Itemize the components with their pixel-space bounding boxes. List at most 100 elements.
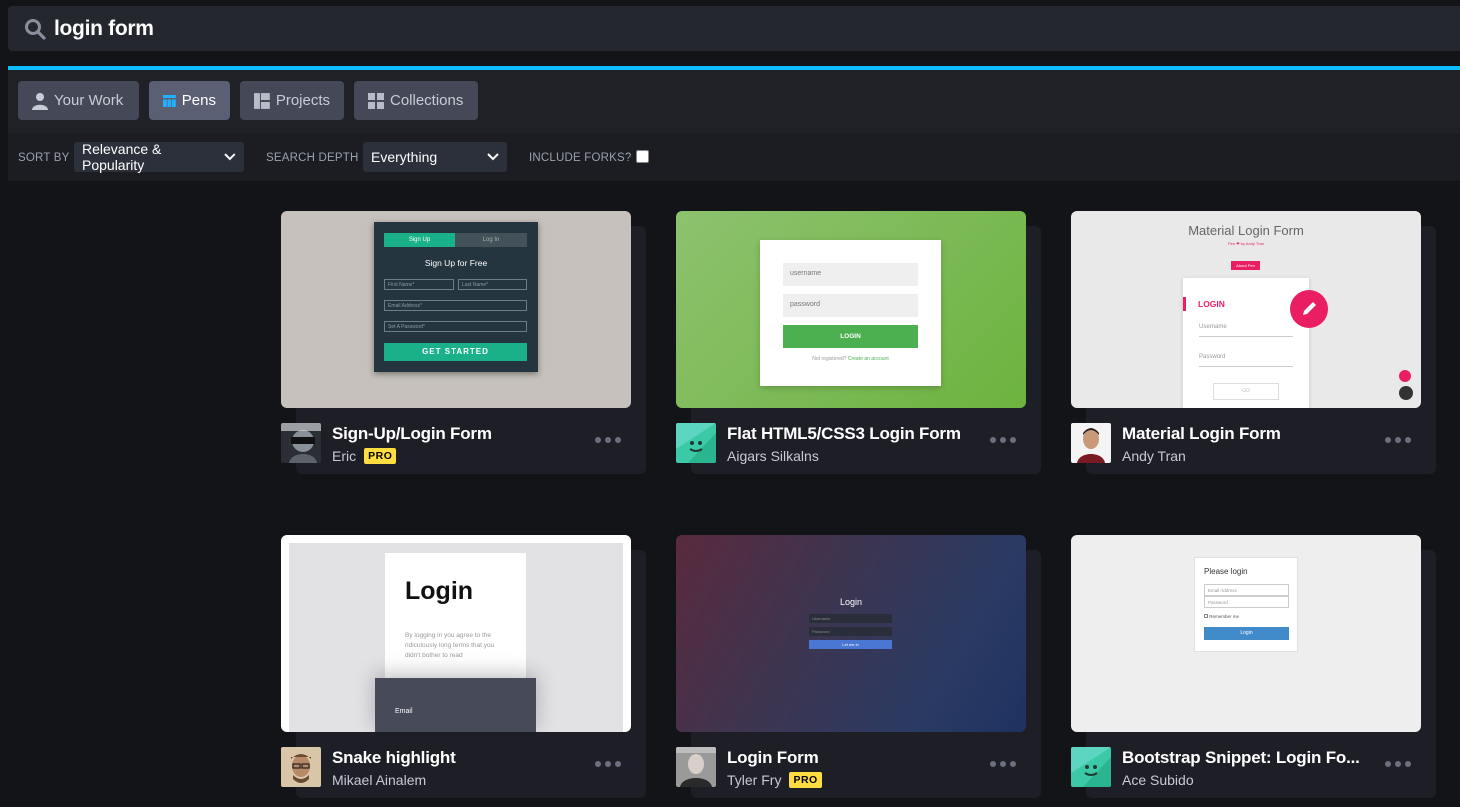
preview-text: By logging in you agree to the ridiculou… (405, 632, 495, 659)
pen-meta: Sign-Up/Login Form Eric PRO (281, 421, 631, 471)
filter-row: SORT BY Relevance & Popularity SEARCH DE… (8, 133, 1460, 181)
pen-title[interactable]: Bootstrap Snippet: Login Fo... (1122, 748, 1360, 768)
pen-author: Mikael Ainalem (332, 772, 426, 788)
preview-text: Log In (455, 233, 527, 247)
preview-text: Last Name* (458, 279, 527, 290)
sort-by-label: SORT BY (18, 152, 70, 164)
pen-title[interactable]: Flat HTML5/CSS3 Login Form (727, 424, 961, 444)
pen-title[interactable]: Login Form (727, 748, 818, 768)
pen-preview[interactable]: Material Login Form Pen ❤ by Andy Tran A… (1071, 211, 1421, 408)
pen-title[interactable]: Material Login Form (1122, 424, 1281, 444)
type-tabs: Your Work Pens Projects Collections (18, 81, 478, 120)
search-bar (8, 6, 1460, 51)
more-options-icon[interactable] (990, 759, 1018, 769)
preview-text: About Pen (1231, 261, 1260, 270)
author-name[interactable]: Andy Tran (1122, 448, 1186, 464)
edit-fab-icon (1290, 290, 1328, 328)
pen-title[interactable]: Snake highlight (332, 748, 456, 768)
pen-meta: Flat HTML5/CSS3 Login Form Aigars Silkal… (676, 421, 1026, 471)
include-forks-label: INCLUDE FORKS? (529, 152, 632, 164)
projects-icon (254, 92, 270, 109)
preview-text: GO (1213, 383, 1279, 400)
search-depth-select[interactable]: Everything (363, 142, 507, 172)
preview-text: Let me in (809, 640, 892, 649)
pen-author: Ace Subido (1122, 772, 1194, 788)
pen-meta: Login Form Tyler Fry PRO (676, 745, 1026, 795)
preview-text: Material Login Form (1188, 223, 1304, 238)
pen-title[interactable]: Sign-Up/Login Form (332, 424, 492, 444)
pen-preview[interactable]: Login By logging in you agree to the rid… (281, 535, 631, 732)
search-input[interactable] (54, 12, 1434, 45)
avatar[interactable] (676, 747, 716, 787)
pen-preview[interactable]: Please login Email Address Password Reme… (1071, 535, 1421, 732)
search-depth-value: Everything (371, 149, 438, 165)
preview-text: Email (395, 708, 413, 715)
avatar[interactable] (281, 747, 321, 787)
pro-badge: PRO (364, 448, 397, 464)
preview-text: Sign Up (384, 233, 455, 247)
tab-pens[interactable]: Pens (149, 81, 230, 120)
preview-text: password (783, 294, 918, 317)
more-options-icon[interactable] (595, 759, 623, 769)
tab-your-work[interactable]: Your Work (18, 81, 139, 120)
avatar[interactable] (1071, 423, 1111, 463)
tab-label: Projects (275, 92, 330, 109)
tab-collections[interactable]: Collections (354, 81, 478, 120)
preview-text: Password (1199, 354, 1293, 367)
preview-text: Email Address* (384, 300, 527, 311)
preview-text: Pen ❤ by Andy Tran (1227, 241, 1265, 246)
sort-by-select[interactable]: Relevance & Popularity (74, 141, 244, 173)
sort-by-value: Relevance & Popularity (82, 141, 162, 173)
include-forks-checkbox[interactable] (636, 150, 649, 163)
search-filters-panel: Your Work Pens Projects Collections SORT… (8, 70, 1460, 181)
author-name[interactable]: Mikael Ainalem (332, 772, 426, 788)
pen-card: Material Login Form Pen ❤ by Andy Tran A… (1071, 211, 1421, 471)
pen-meta: Snake highlight Mikael Ainalem (281, 745, 631, 795)
preview-text: Login (405, 577, 474, 605)
search-icon (25, 19, 46, 40)
author-name[interactable]: Tyler Fry (727, 772, 781, 788)
preview-text: Email Address (1204, 584, 1289, 596)
preview-text: Create an account (847, 356, 889, 362)
preview-text: Sign Up for Free (424, 258, 488, 268)
more-options-icon[interactable] (1385, 435, 1413, 445)
avatar[interactable] (676, 423, 716, 463)
pen-card: Please login Email Address Password Reme… (1071, 535, 1421, 795)
preview-text: Set A Password* (384, 321, 527, 332)
pen-meta: Material Login Form Andy Tran (1071, 421, 1421, 471)
avatar[interactable] (281, 423, 321, 463)
pen-author: Eric PRO (332, 448, 397, 464)
preview-text: LOGIN (783, 325, 918, 348)
preview-text: Not registered? (812, 356, 847, 362)
author-name[interactable]: Ace Subido (1122, 772, 1194, 788)
pen-preview[interactable]: username password LOGIN Not registered? … (676, 211, 1026, 408)
author-name[interactable]: Eric (332, 448, 356, 464)
pro-badge: PRO (789, 772, 822, 788)
pen-preview[interactable]: Login Username Password Let me in (676, 535, 1026, 732)
avatar[interactable] (1071, 747, 1111, 787)
pen-card: Sign Up Log In Sign Up for Free First Na… (281, 211, 631, 471)
pen-preview[interactable]: Sign Up Log In Sign Up for Free First Na… (281, 211, 631, 408)
chevron-down-icon (224, 153, 236, 161)
preview-text: Remember me (1209, 614, 1240, 619)
search-depth-label: SEARCH DEPTH (266, 152, 359, 164)
preview-text: LOGIN (1198, 299, 1225, 309)
user-icon (32, 92, 48, 110)
author-name[interactable]: Aigars Silkalns (727, 448, 819, 464)
pen-card: username password LOGIN Not registered? … (676, 211, 1026, 471)
more-options-icon[interactable] (595, 435, 623, 445)
pen-card: Login Username Password Let me in Login … (676, 535, 1026, 795)
tab-projects[interactable]: Projects (240, 81, 344, 120)
preview-text: Login (839, 597, 863, 607)
more-options-icon[interactable] (990, 435, 1018, 445)
preview-text: Username (1199, 324, 1293, 337)
preview-text: First Name* (384, 279, 454, 290)
chevron-down-icon (487, 153, 499, 161)
preview-text: GET STARTED (384, 343, 527, 361)
pens-grid-icon (163, 94, 176, 107)
preview-text: Please login (1204, 567, 1248, 576)
more-options-icon[interactable] (1385, 759, 1413, 769)
tab-label: Your Work (54, 92, 124, 109)
tab-label: Pens (181, 92, 216, 109)
preview-text: Password (809, 627, 892, 636)
